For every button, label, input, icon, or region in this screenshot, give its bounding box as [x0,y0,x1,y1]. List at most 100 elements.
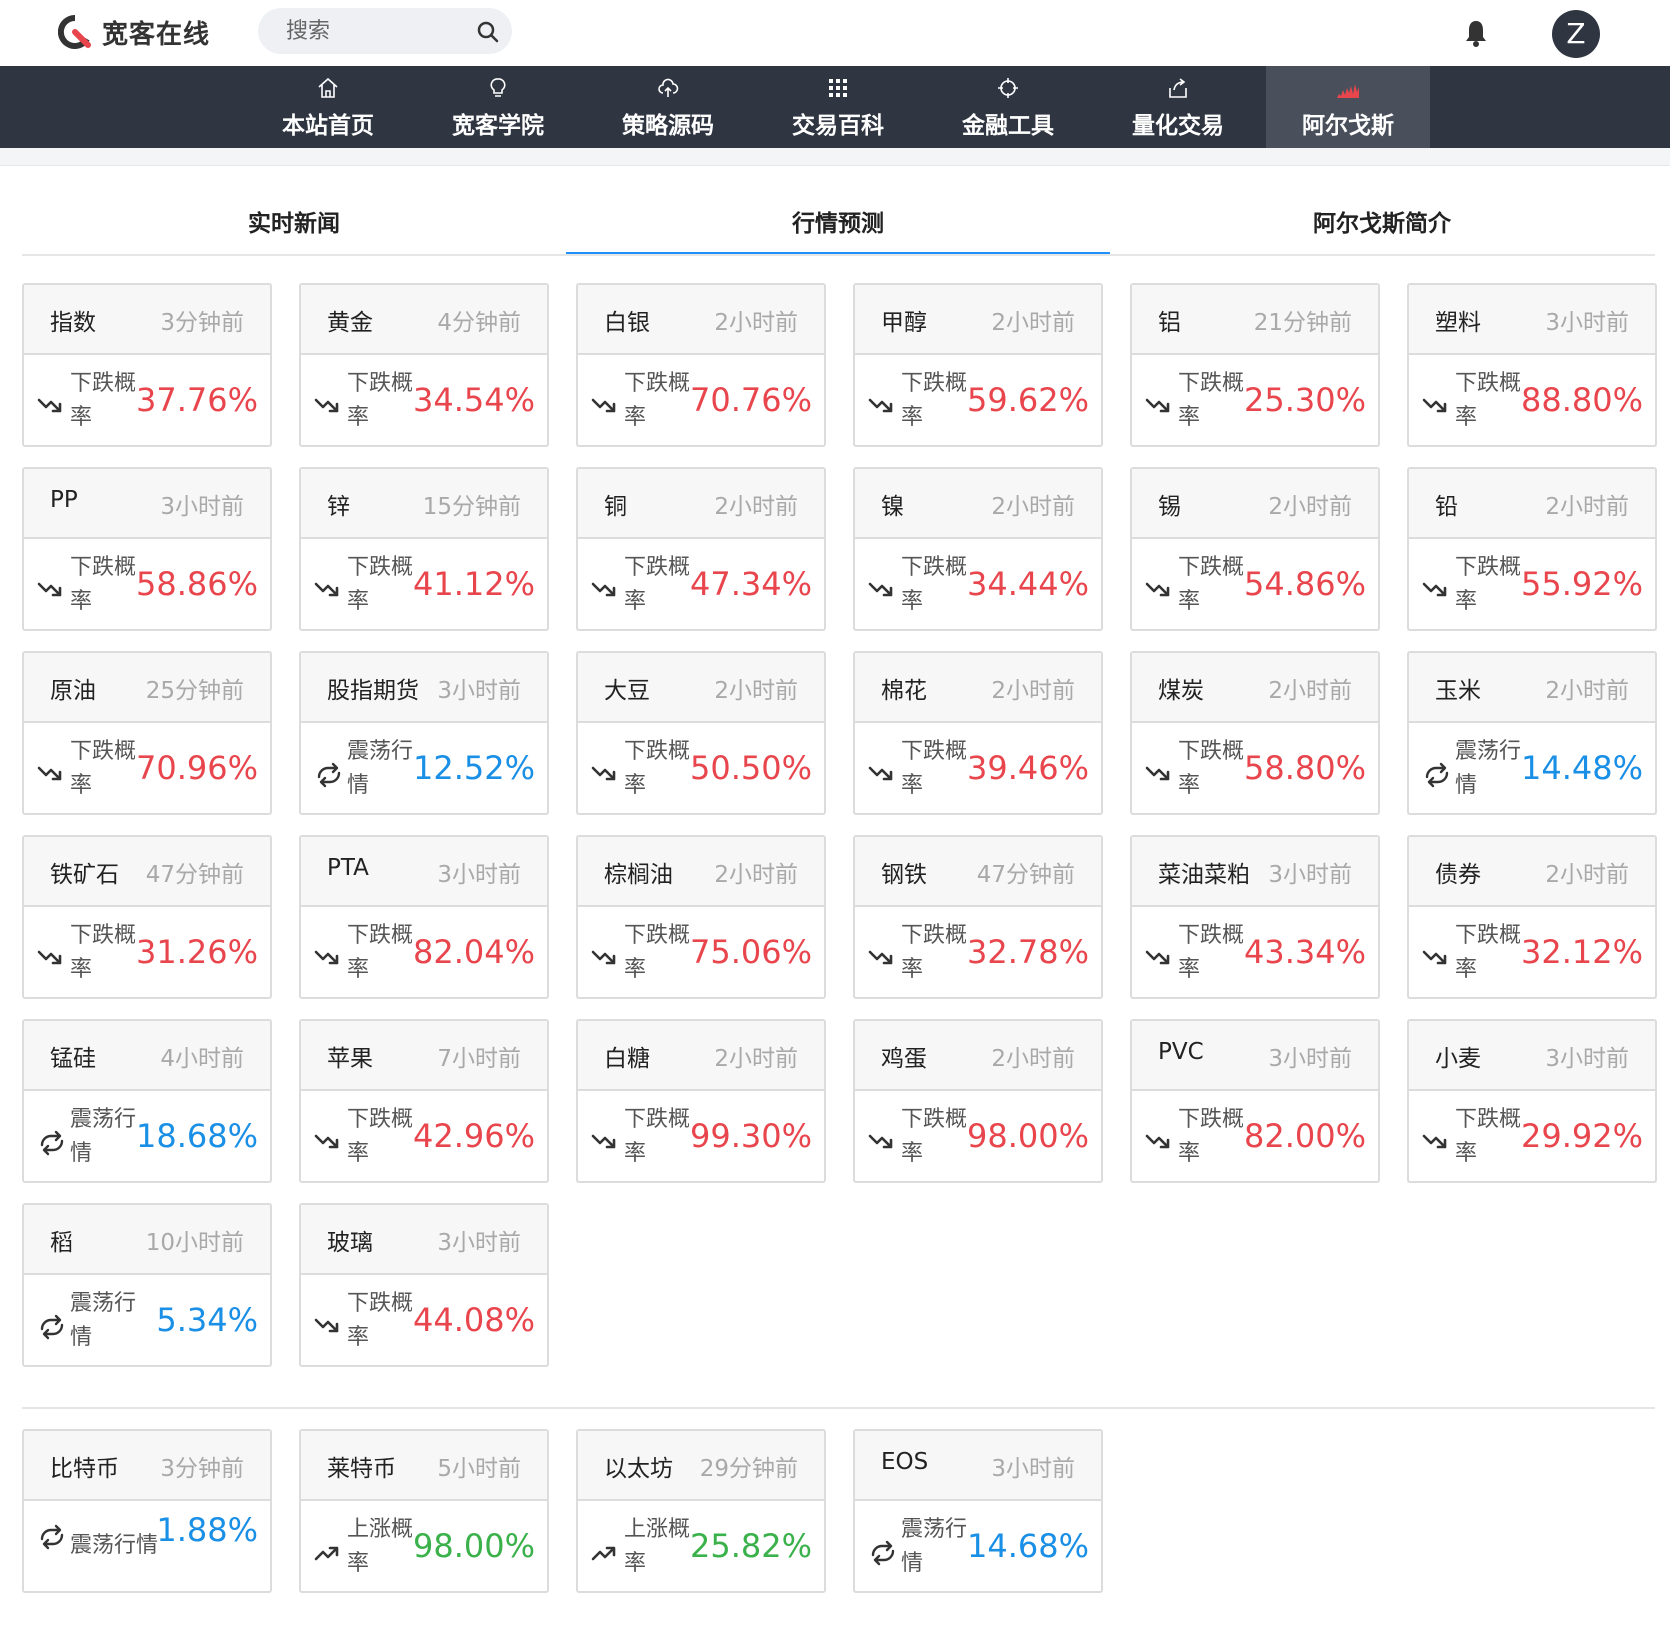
forecast-card[interactable]: 大豆 2小时前 下跌概率 50.50% [576,651,826,815]
forecast-card[interactable]: 原油 25分钟前 下跌概率 70.96% [22,651,272,815]
nav-item-1[interactable]: 本站首页 [246,66,410,148]
card-probability-value: 44.08% [412,1301,535,1339]
card-update-time: 2小时前 [1268,678,1352,704]
forecast-card[interactable]: 煤炭 2小时前 下跌概率 58.80% [1130,651,1380,815]
forecast-card[interactable]: 镍 2小时前 下跌概率 34.44% [853,467,1103,631]
search-input[interactable] [286,8,466,54]
user-avatar[interactable]: Z [1552,10,1600,58]
nav-item-2[interactable]: 宽客学院 [416,66,580,148]
card-prediction-label: 上涨概率 [624,1517,691,1576]
forecast-card[interactable]: 股指期货 3小时前 震荡行情 12.52% [299,651,549,815]
forecast-card[interactable]: 玻璃 3小时前 下跌概率 44.08% [299,1203,549,1367]
forecast-card[interactable]: 锰硅 4小时前 震荡行情 18.68% [22,1019,272,1183]
card-prediction-label: 下跌概率 [1178,371,1245,430]
forecast-card[interactable]: 钢铁 47分钟前 下跌概率 32.78% [853,835,1103,999]
card-header: 比特币 3分钟前 [24,1431,270,1501]
card-header: 黄金 4分钟前 [301,285,547,355]
tab-realtime-news[interactable]: 实时新闻 [22,204,566,238]
forecast-card[interactable]: 玉米 2小时前 震荡行情 14.48% [1407,651,1657,815]
trend-down-icon [314,582,339,597]
card-update-time: 3小时前 [1268,1046,1352,1072]
card-commodity-name: PVC [1158,1039,1204,1065]
card-commodity-name: 股指期货 [327,678,419,704]
forecast-card[interactable]: 甲醇 2小时前 下跌概率 59.62% [853,283,1103,447]
card-commodity-name: 鸡蛋 [881,1046,927,1072]
card-prediction-label: 下跌概率 [1178,923,1245,982]
forecast-card[interactable]: 铝 21分钟前 下跌概率 25.30% [1130,283,1380,447]
nav-item-3[interactable]: 策略源码 [586,66,750,148]
card-prediction-label: 下跌概率 [1455,555,1522,614]
card-update-time: 4小时前 [160,1046,244,1072]
forecast-card[interactable]: 铅 2小时前 下跌概率 55.92% [1407,467,1657,631]
forecast-card[interactable]: 棕榈油 2小时前 下跌概率 75.06% [576,835,826,999]
card-commodity-name: 塑料 [1435,310,1481,336]
card-commodity-name: 白糖 [604,1046,650,1072]
nav-item-label: 阿尔戈斯 [1302,113,1394,139]
card-prediction-label: 下跌概率 [347,371,414,430]
card-header: 钢铁 47分钟前 [855,837,1101,907]
card-header: 苹果 7小时前 [301,1021,547,1091]
card-commodity-name: 玻璃 [327,1230,373,1256]
forecast-card[interactable]: 锡 2小时前 下跌概率 54.86% [1130,467,1380,631]
forecast-card[interactable]: 锌 15分钟前 下跌概率 41.12% [299,467,549,631]
forecast-card[interactable]: PTA 3小时前 下跌概率 82.04% [299,835,549,999]
card-update-time: 2小时前 [1545,678,1629,704]
card-header: 镍 2小时前 [855,469,1101,539]
card-commodity-name: 小麦 [1435,1046,1481,1072]
card-probability-value: 98.00% [412,1527,535,1565]
forecast-card[interactable]: 指数 3分钟前 下跌概率 37.76% [22,283,272,447]
nav-item-7[interactable]: 阿尔戈斯 [1266,66,1430,148]
card-update-time: 2小时前 [714,310,798,336]
forecast-card[interactable]: 债券 2小时前 下跌概率 32.12% [1407,835,1657,999]
nav-item-4[interactable]: 交易百科 [756,66,920,148]
trend-down-icon [868,582,893,597]
card-commodity-name: 原油 [50,678,96,704]
forecast-card[interactable]: 莱特币 5小时前 上涨概率 98.00% [299,1429,549,1593]
logo[interactable]: 宽客在线 [58,12,210,52]
forecast-card[interactable]: PVC 3小时前 下跌概率 82.00% [1130,1019,1380,1183]
card-probability-value: 31.26% [135,933,258,971]
card-prediction-label: 下跌概率 [70,739,137,798]
tab-market-forecast[interactable]: 行情预测 [566,204,1110,238]
forecast-card[interactable]: 鸡蛋 2小时前 下跌概率 98.00% [853,1019,1103,1183]
forecast-card[interactable]: 铜 2小时前 下跌概率 47.34% [576,467,826,631]
forecast-card[interactable]: 白银 2小时前 下跌概率 70.76% [576,283,826,447]
forecast-card[interactable]: 黄金 4分钟前 下跌概率 34.54% [299,283,549,447]
forecast-card[interactable]: EOS 3小时前 震荡行情 14.68% [853,1429,1103,1593]
forecast-card[interactable]: PP 3小时前 下跌概率 58.86% [22,467,272,631]
card-update-time: 15分钟前 [422,494,521,520]
forecast-card[interactable]: 铁矿石 47分钟前 下跌概率 31.26% [22,835,272,999]
trend-down-icon [314,950,339,965]
trend-down-icon [1145,398,1170,413]
card-prediction-label: 下跌概率 [624,371,691,430]
card-probability-value: 58.86% [135,565,258,603]
forecast-card[interactable]: 以太坊 29分钟前 上涨概率 25.82% [576,1429,826,1593]
notification-bell-icon[interactable] [1462,18,1490,48]
forecast-card[interactable]: 小麦 3小时前 下跌概率 29.92% [1407,1019,1657,1183]
card-header: 锡 2小时前 [1132,469,1378,539]
trend-down-icon [591,1134,616,1149]
card-header: 棉花 2小时前 [855,653,1101,723]
forecast-card[interactable]: 比特币 3分钟前 震荡行情 1.88% [22,1429,272,1593]
forecast-card[interactable]: 白糖 2小时前 下跌概率 99.30% [576,1019,826,1183]
forecast-card[interactable]: 苹果 7小时前 下跌概率 42.96% [299,1019,549,1183]
forecast-card[interactable]: 菜油菜粕 3小时前 下跌概率 43.34% [1130,835,1380,999]
card-update-time: 2小时前 [714,494,798,520]
nav-item-label: 策略源码 [622,113,714,139]
trend-down-icon [868,1134,893,1149]
card-header: 债券 2小时前 [1409,837,1655,907]
forecast-card[interactable]: 塑料 3小时前 下跌概率 88.80% [1407,283,1657,447]
forecast-card[interactable]: 稻 10小时前 震荡行情 5.34% [22,1203,272,1367]
card-header: 稻 10小时前 [24,1205,270,1275]
search-icon[interactable] [476,20,500,44]
trend-down-icon [314,1318,339,1333]
card-prediction-label: 下跌概率 [624,923,691,982]
nav-item-5[interactable]: 金融工具 [926,66,1090,148]
card-prediction-label: 下跌概率 [901,739,968,798]
card-prediction-label: 下跌概率 [347,923,414,982]
trend-down-icon [1145,1134,1170,1149]
tab-argos-intro[interactable]: 阿尔戈斯简介 [1110,204,1654,238]
nav-item-6[interactable]: 量化交易 [1096,66,1260,148]
forecast-card[interactable]: 棉花 2小时前 下跌概率 39.46% [853,651,1103,815]
card-header: 原油 25分钟前 [24,653,270,723]
